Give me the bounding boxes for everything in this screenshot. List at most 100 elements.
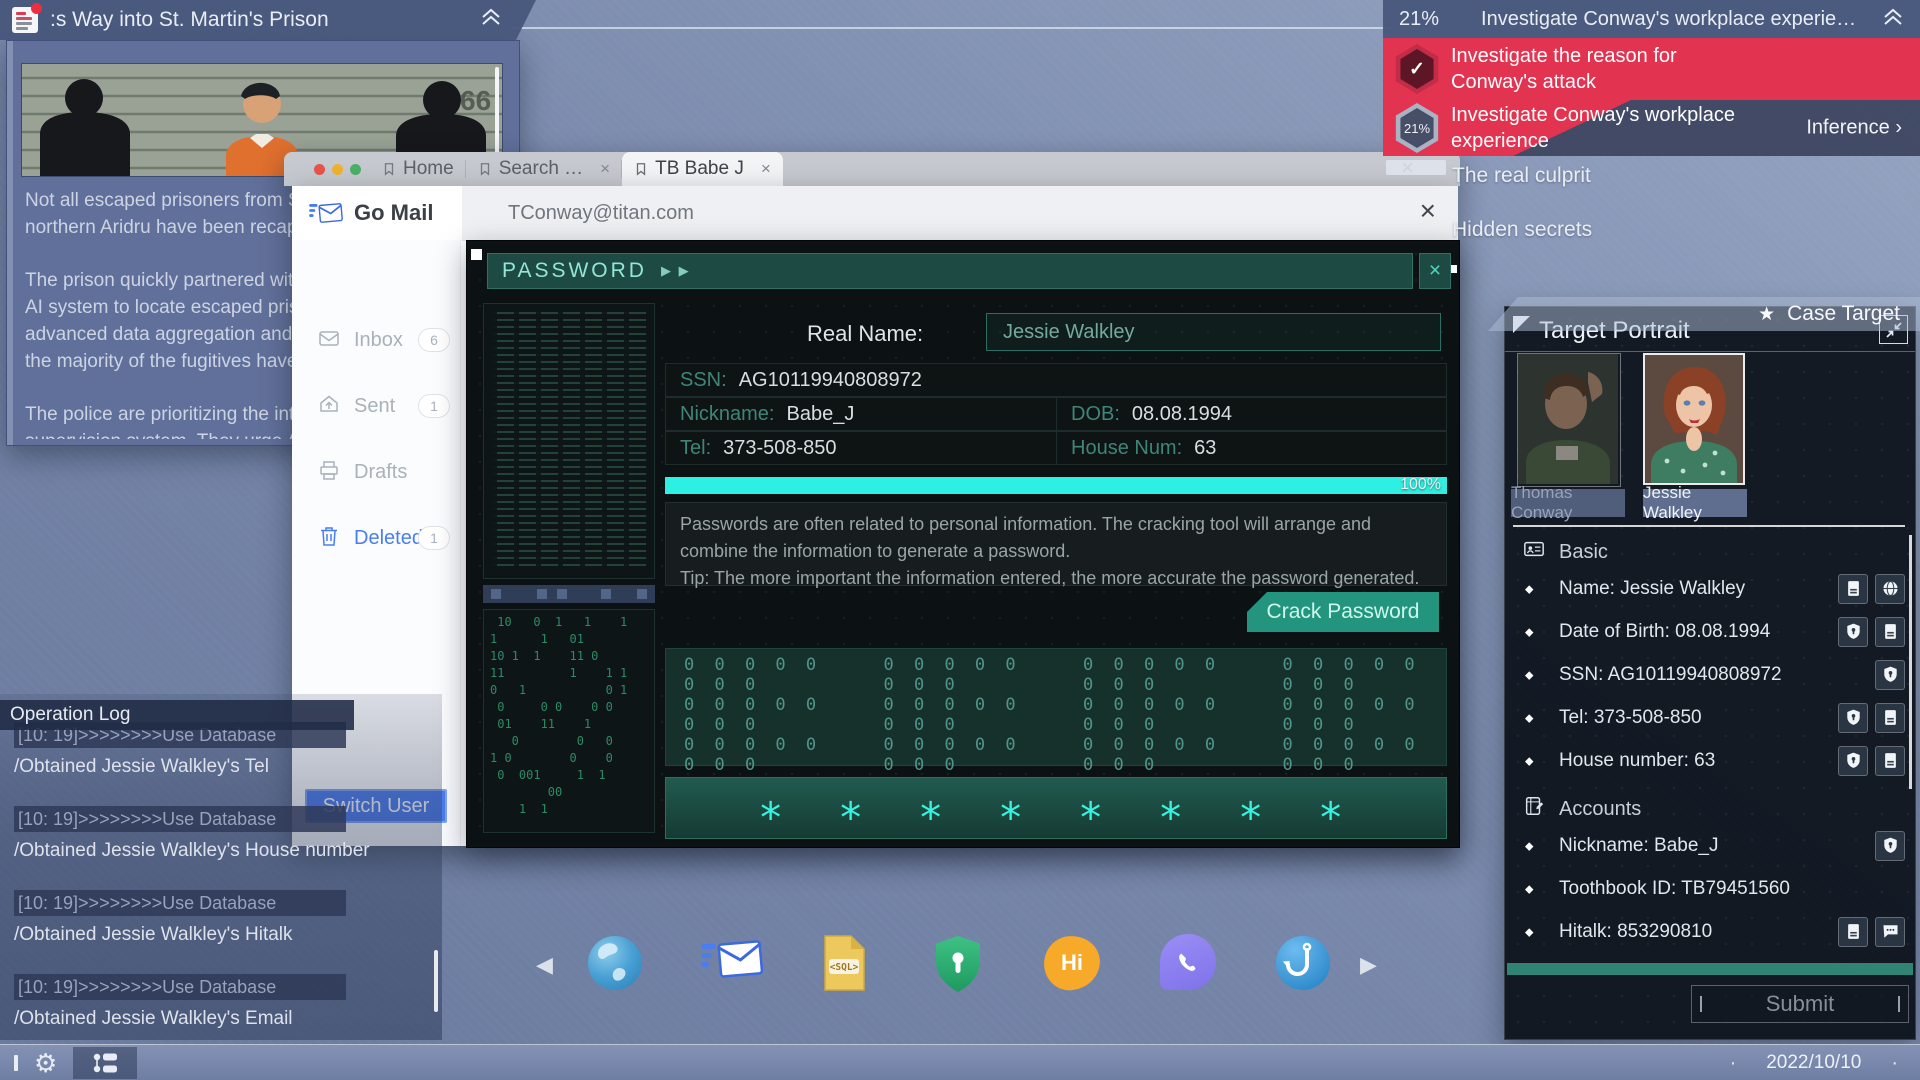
browser-tabs: Home Search … × TB Babe J × xyxy=(370,152,783,186)
system-date[interactable]: · 2022/10/10 · xyxy=(1730,1052,1898,1075)
info-row-text: House number: 63 xyxy=(1559,749,1716,771)
folder-count-badge: 6 xyxy=(418,328,450,352)
dock-app-hook-icon[interactable] xyxy=(1274,934,1332,992)
task-item-completed[interactable]: ✓ Investigate the reason for Conway's at… xyxy=(1383,38,1920,100)
nickname-dob-fields[interactable]: Nickname: Babe_J DOB: 08.08.1994 xyxy=(665,397,1447,431)
row-action-shield-icon[interactable] xyxy=(1838,702,1868,733)
info-row[interactable]: ◆ House number: 63 xyxy=(1515,739,1909,782)
news-app-icon xyxy=(12,7,38,33)
task-progress-bar[interactable]: 21% Investigate Conway's workplace exper… xyxy=(1383,0,1920,38)
row-action-file-icon[interactable] xyxy=(1838,916,1868,947)
info-row[interactable]: ◆ Date of Birth: 08.08.1994 xyxy=(1515,610,1909,653)
dock-app-phone-icon[interactable] xyxy=(1160,934,1218,992)
diamond-bullet-icon: ◆ xyxy=(1525,926,1534,938)
browser-tab-tb-babe-j[interactable]: TB Babe J × xyxy=(622,152,783,186)
row-action-globe-icon[interactable] xyxy=(1875,573,1905,604)
mail-close-icon[interactable]: × xyxy=(1420,196,1436,226)
info-row[interactable]: ◆ Name: Jessie Walkley xyxy=(1515,567,1909,610)
news-window-title: :s Way into St. Martin's Prison xyxy=(50,8,329,31)
info-row[interactable]: ◆ SSN: AG10119940808972 xyxy=(1515,653,1909,696)
real-name-label: Real Name: xyxy=(807,321,924,346)
info-row[interactable]: ◆ Tel: 373-508-850 xyxy=(1515,696,1909,739)
browser-tab-home[interactable]: Home xyxy=(370,152,466,186)
clue-item-hidden-secrets[interactable]: Hidden secrets xyxy=(1452,218,1592,242)
crack-progress-percent: 100% xyxy=(1400,476,1441,493)
clue-item-real-culprit[interactable]: The real culprit xyxy=(1452,164,1591,188)
mail-folder-inbox[interactable]: Inbox 6 xyxy=(292,324,460,356)
target-portrait-panel: Target Portrait xyxy=(1504,306,1916,1040)
crack-password-button[interactable]: Crack Password xyxy=(1247,592,1439,632)
tab-close-icon[interactable]: × xyxy=(761,159,771,179)
news-window-titlebar[interactable]: :s Way into St. Martin's Prison xyxy=(0,0,536,40)
window-handle[interactable] xyxy=(471,249,482,260)
section-notebook-icon xyxy=(1523,795,1545,823)
dock-app-hitalk-icon[interactable]: Hi xyxy=(1041,933,1103,993)
cracker-close-button[interactable]: × xyxy=(1419,253,1451,289)
submit-button[interactable]: Submit xyxy=(1691,985,1909,1023)
real-name-input[interactable]: Jessie Walkley xyxy=(986,313,1441,351)
task-collapse-chevron-icon[interactable] xyxy=(1882,7,1904,32)
traffic-close-icon[interactable] xyxy=(314,164,325,175)
panel-scrollbar[interactable] xyxy=(1909,535,1912,789)
row-action-shield-icon[interactable] xyxy=(1875,659,1905,690)
row-action-file-icon[interactable] xyxy=(1875,616,1905,647)
folder-label: Drafts xyxy=(354,460,408,483)
row-action-shield-icon[interactable] xyxy=(1838,745,1868,776)
panel-divider xyxy=(1505,351,1915,352)
dock-app-shield-icon[interactable] xyxy=(932,934,990,992)
folder-count-badge: 1 xyxy=(418,394,450,418)
mail-folder-deleted[interactable]: Deleted 1 xyxy=(292,522,460,554)
cracker-titlebar[interactable]: PASSWORD ▶ ▶ xyxy=(487,253,1413,289)
mail-folder-sent[interactable]: Sent 1 xyxy=(292,390,460,422)
game-desktop: :s Way into St. Martin's Prison 21% Inve… xyxy=(0,0,1920,1080)
dock-app-browser-icon[interactable] xyxy=(586,934,644,992)
dock-prev-arrow-icon[interactable]: ◀ xyxy=(536,952,553,978)
tab-label: Search … xyxy=(498,158,584,179)
section-title: Basic xyxy=(1559,540,1608,563)
collapse-chevron-icon[interactable] xyxy=(480,7,502,33)
operation-log-scrollbar[interactable] xyxy=(434,950,438,1012)
section-title: Accounts xyxy=(1559,797,1642,820)
zero-row: 0 0 0 0 0 0 0 0 0 0 0 0 0 0 0 0 0 0 0 0 0 … xyxy=(684,695,1446,735)
dock-app-mail-icon[interactable] xyxy=(700,934,764,992)
info-row[interactable]: ◆ Toothbook ID: TB79451560 xyxy=(1515,867,1909,910)
tel-house-fields[interactable]: Tel: 373-508-850 House Num: 63 xyxy=(665,431,1447,465)
row-action-chat-icon[interactable] xyxy=(1875,916,1905,947)
star-icon: ★ xyxy=(1758,303,1776,325)
mail-folder-drafts[interactable]: Drafts xyxy=(292,456,460,488)
log-entry-header: [10: 19]>>>>>>>>Use Database xyxy=(14,890,346,916)
bookmark-icon xyxy=(382,162,396,176)
info-row[interactable]: ◆ Hitalk: 853290810 xyxy=(1515,910,1909,953)
password-result-field[interactable]: * * * * * * * * xyxy=(665,777,1447,839)
task-complete-hexagon-icon: ✓ xyxy=(1395,44,1439,94)
ssn-field[interactable]: SSN: AG10119940808972 xyxy=(665,363,1447,397)
row-action-file-icon[interactable] xyxy=(1838,573,1868,604)
portrait-jessie-walkley[interactable] xyxy=(1643,353,1745,485)
article-scrollbar[interactable] xyxy=(495,67,499,159)
zero-group: 0 0 0 0 0 0 0 0 xyxy=(1083,695,1221,735)
diamond-bullet-icon: ◆ xyxy=(1525,669,1534,681)
row-action-file-icon[interactable] xyxy=(1875,745,1905,776)
taskbar-divider xyxy=(14,1055,18,1071)
row-action-shield-icon[interactable] xyxy=(1875,830,1905,861)
hitalk-blob: Hi xyxy=(1041,933,1103,993)
settings-gear-icon[interactable]: ⚙ xyxy=(34,1050,57,1076)
browser-tab-search-[interactable]: Search … × xyxy=(466,152,623,186)
portrait-name-jessie: Jessie Walkley xyxy=(1643,483,1747,522)
traffic-maximize-icon[interactable] xyxy=(350,164,361,175)
dock-app-sql-icon[interactable]: <SQL> xyxy=(820,934,878,992)
tab-close-icon[interactable]: × xyxy=(600,159,610,179)
row-action-shield-icon[interactable] xyxy=(1838,616,1868,647)
dock-next-arrow-icon[interactable]: ▶ xyxy=(1360,952,1377,978)
portrait-thomas-conway[interactable] xyxy=(1517,353,1621,487)
task-item-active[interactable]: 21% Investigate Conway's workplace exper… xyxy=(1383,100,1920,156)
active-app-timeline-icon[interactable] xyxy=(73,1047,138,1079)
traffic-minimize-icon[interactable] xyxy=(332,164,343,175)
info-row[interactable]: ◆ Nickname: Babe_J xyxy=(1515,824,1909,867)
svg-text:<SQL>: <SQL> xyxy=(830,962,859,973)
inference-link[interactable]: Inference › xyxy=(1806,117,1902,140)
row-action-file-icon[interactable] xyxy=(1875,702,1905,733)
task-progress-hexagon-icon: 21% xyxy=(1395,103,1439,153)
mail-account-address[interactable]: TConway@titan.com xyxy=(508,202,694,225)
folder-inbox-icon xyxy=(292,327,340,354)
